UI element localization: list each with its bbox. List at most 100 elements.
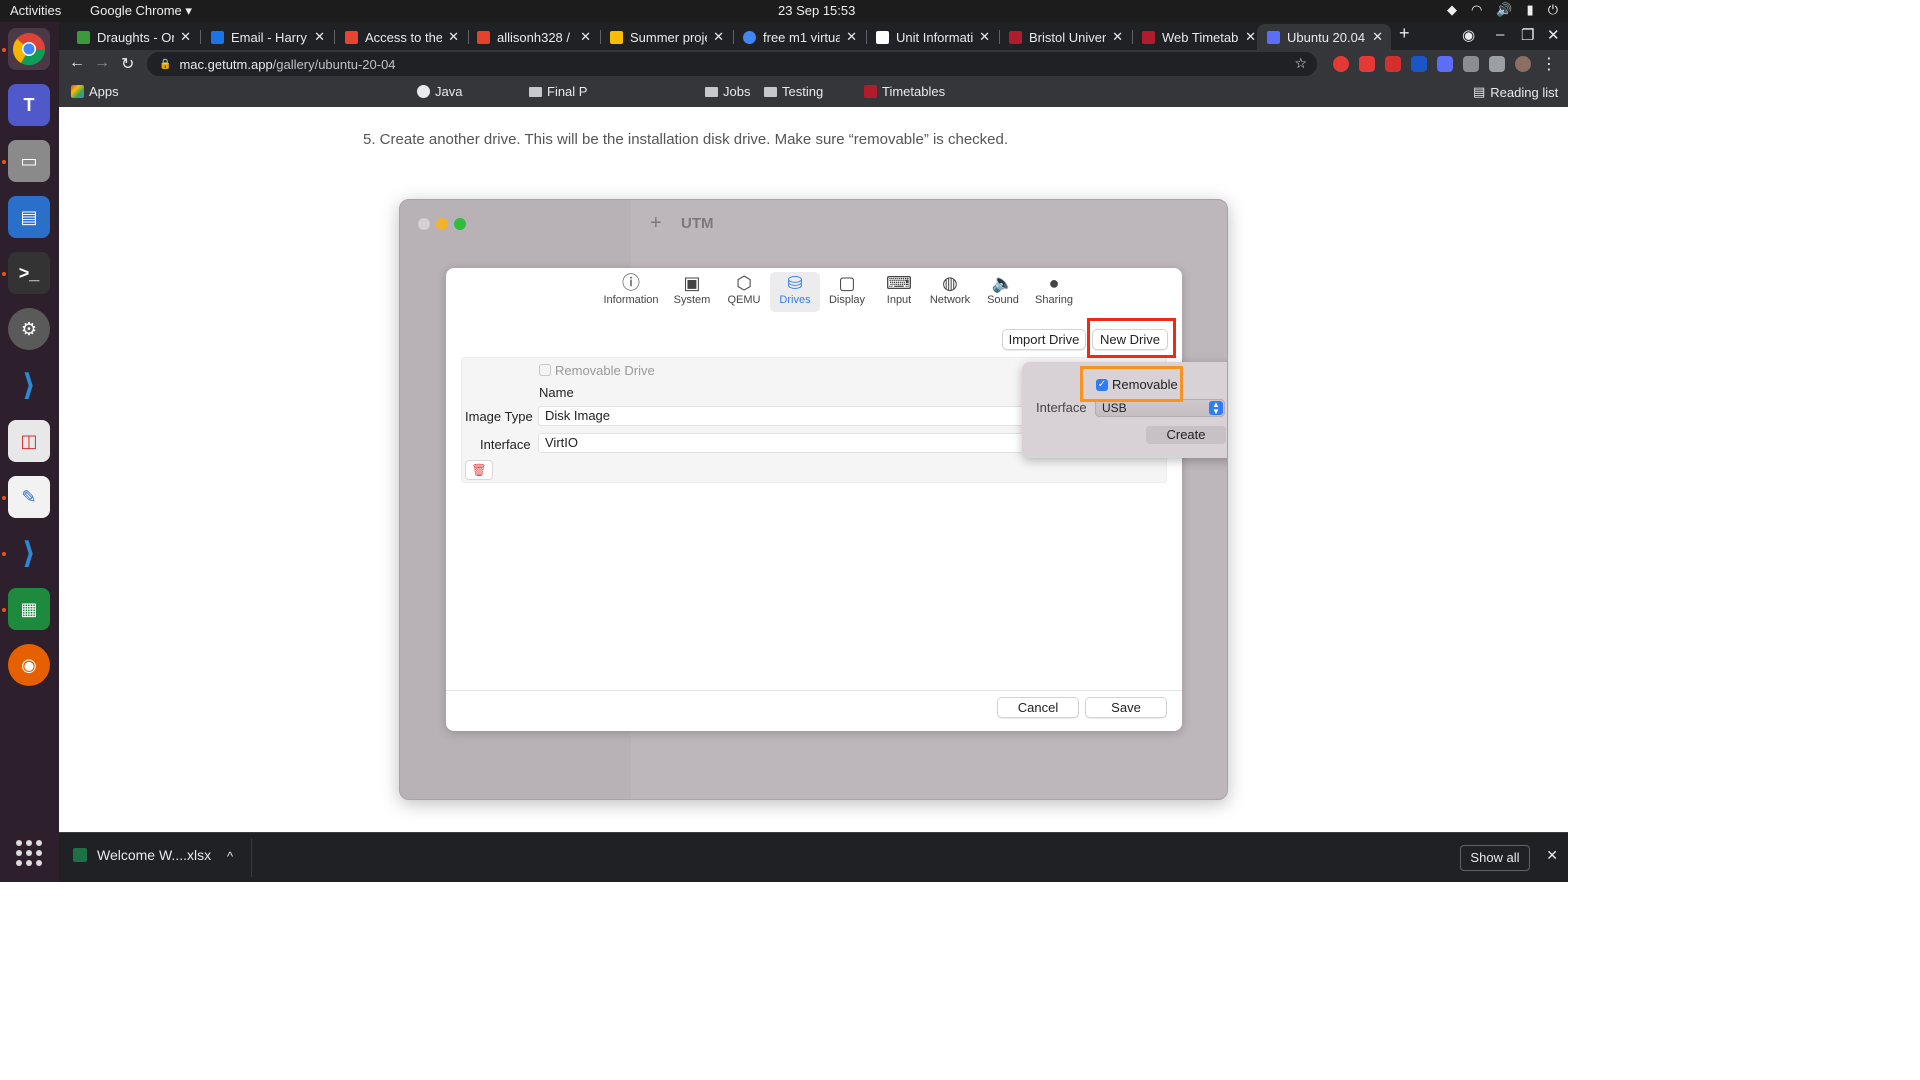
vscode-insiders-dock-icon[interactable]: ⟩ <box>8 532 50 574</box>
app-menu[interactable]: Google Chrome ▾ <box>90 3 192 19</box>
download-filename: Welcome W....xlsx <box>97 847 212 863</box>
wifi-icon[interactable]: ◠ <box>1471 2 1482 18</box>
divider <box>251 839 252 877</box>
close-tab-icon[interactable]: ✕ <box>713 29 724 45</box>
testing-folder[interactable]: Testing <box>764 84 823 99</box>
removable-drive-label: Removable Drive <box>555 363 655 378</box>
activities-button[interactable]: Activities <box>10 3 61 18</box>
forward-icon[interactable]: → <box>94 54 110 72</box>
battery-icon[interactable]: ▮ <box>1527 2 1534 18</box>
tab-favicon <box>345 30 358 44</box>
dock: T ▭ ▤ >_ ⚙ ⟩ ◫ ✎ ⟩ ▦ ◉ <box>0 22 59 882</box>
close-tab-icon[interactable]: ✕ <box>1112 29 1123 45</box>
tab-ubuntu-active[interactable]: Ubuntu 20.04 ✕ <box>1257 24 1391 50</box>
text-editor-dock-icon[interactable]: ✎ <box>8 476 50 518</box>
writer-dock-icon[interactable]: ▤ <box>8 196 50 238</box>
files-dock-icon[interactable]: ▭ <box>8 140 50 182</box>
tab-google-search[interactable]: free m1 virtua ✕ <box>733 24 865 50</box>
reading-list-button[interactable]: ▤ Reading list <box>1473 84 1558 100</box>
document-viewer-dock-icon[interactable]: ◫ <box>8 420 50 462</box>
show-all-button[interactable]: Show all <box>1460 845 1530 871</box>
extension-icon[interactable] <box>1437 56 1453 72</box>
apps-grid-icon <box>71 85 84 98</box>
teams-dock-icon[interactable]: T <box>8 84 50 126</box>
close-tab-icon[interactable]: ✕ <box>314 29 325 45</box>
minimize-icon[interactable]: – <box>1496 26 1504 43</box>
new-tab-button[interactable]: + <box>1399 23 1410 44</box>
tab-title: Ubuntu 20.04 <box>1287 29 1366 45</box>
final-p-folder[interactable]: Final P <box>529 84 587 99</box>
extension-icon[interactable] <box>1385 56 1401 72</box>
toolbar-label: System <box>673 294 711 306</box>
tab-email[interactable]: Email - Harry F ✕ <box>201 24 333 50</box>
system-tray[interactable]: ◆ ◠ 🔊 ▮ ⏻ <box>1447 2 1558 18</box>
adblock-icon[interactable] <box>1359 56 1375 72</box>
instruction-text: 5. Create another drive. This will be th… <box>363 131 1009 148</box>
close-window-icon[interactable]: ✕ <box>1547 26 1560 44</box>
chrome-dock-icon[interactable] <box>8 28 50 70</box>
profile-avatar[interactable] <box>1515 56 1531 72</box>
bookmark-star-icon[interactable]: ☆ <box>1294 55 1307 72</box>
tab-information: ⓘ Information <box>603 272 659 312</box>
close-downloads-icon[interactable]: ✕ <box>1546 847 1558 864</box>
tab-unit-information[interactable]: Unit Informati ✕ <box>866 24 998 50</box>
folder-icon <box>705 86 718 97</box>
system-top-bar: Activities Google Chrome ▾ 23 Sep 15:53 … <box>0 0 1568 22</box>
cube-icon: ⬡ <box>736 273 752 293</box>
close-tab-icon[interactable]: ✕ <box>180 29 191 45</box>
sheet-divider <box>446 690 1182 691</box>
tab-strip: Draughts - On ✕ Email - Harry F ✕ Access t… <box>59 22 1568 50</box>
running-indicator <box>2 272 6 276</box>
tab-title: Draughts - On <box>97 29 175 45</box>
firefox-dock-icon[interactable]: ◉ <box>8 644 50 686</box>
terminal-dock-icon[interactable]: >_ <box>8 252 50 294</box>
close-tab-icon[interactable]: ✕ <box>846 29 857 45</box>
settings-dock-icon[interactable]: ⚙ <box>8 308 50 350</box>
teams-tray-icon[interactable]: ◆ <box>1447 2 1457 18</box>
image-type-label: Image Type <box>465 409 533 424</box>
reading-list-icon: ▤ <box>1473 84 1486 99</box>
download-item[interactable]: Welcome W....xlsx <box>73 847 211 863</box>
reload-icon[interactable]: ↻ <box>121 54 134 74</box>
power-menu-icon[interactable]: ⏻ <box>1548 2 1558 18</box>
extension-icon[interactable] <box>1333 56 1349 72</box>
tab-search-icon[interactable]: ◉ <box>1462 26 1475 44</box>
clock[interactable]: 23 Sep 15:53 <box>778 3 855 18</box>
extension-icon[interactable] <box>1463 56 1479 72</box>
tab-access[interactable]: Access to the ✕ <box>335 24 467 50</box>
save-button: Save <box>1085 697 1167 718</box>
tab-favicon <box>77 30 90 44</box>
show-applications-icon[interactable] <box>16 840 42 866</box>
menu-kebab-icon[interactable]: ⋮ <box>1541 54 1557 74</box>
close-tab-icon[interactable]: ✕ <box>448 29 459 45</box>
timetables-bookmark[interactable]: Timetables <box>864 84 945 99</box>
apps-bookmark[interactable]: Apps <box>71 84 119 99</box>
tab-title: Email - Harry F <box>231 29 308 45</box>
tab-summer-project[interactable]: Summer proje ✕ <box>600 24 732 50</box>
bitwarden-icon[interactable] <box>1411 56 1427 72</box>
close-tab-icon[interactable]: ✕ <box>1372 29 1383 45</box>
tab-draughts[interactable]: Draughts - On ✕ <box>67 24 199 50</box>
tab-title: Web Timetabl <box>1162 29 1240 45</box>
person-icon: ● <box>1048 273 1060 293</box>
close-tab-icon[interactable]: ✕ <box>979 29 990 45</box>
tab-display: ▢ Display <box>819 272 875 312</box>
tab-favicon <box>477 30 490 44</box>
info-icon: ⓘ <box>622 273 640 293</box>
chevron-up-icon[interactable]: ^ <box>227 849 233 864</box>
address-bar[interactable]: 🔒 mac.getutm.app/gallery/ubuntu-20-04 ☆ <box>147 52 1317 76</box>
tab-bristol[interactable]: Bristol Univers ✕ <box>999 24 1131 50</box>
vscode-dock-icon[interactable]: ⟩ <box>8 364 50 406</box>
tab-gitlab[interactable]: allisonh328 / F ✕ <box>467 24 599 50</box>
toolbar-label: Drives <box>779 294 811 306</box>
tab-web-timetable[interactable]: Web Timetabl ✕ <box>1132 24 1264 50</box>
jobs-folder[interactable]: Jobs <box>705 84 750 99</box>
close-tab-icon[interactable]: ✕ <box>1245 29 1256 45</box>
java-bookmark[interactable]: Java <box>417 84 462 99</box>
restore-icon[interactable]: ❐ <box>1521 26 1534 44</box>
close-tab-icon[interactable]: ✕ <box>580 29 591 45</box>
back-icon[interactable]: ← <box>69 54 85 72</box>
puzzle-icon[interactable] <box>1489 56 1505 72</box>
calc-dock-icon[interactable]: ▦ <box>8 588 50 630</box>
volume-icon[interactable]: 🔊 <box>1496 2 1512 18</box>
